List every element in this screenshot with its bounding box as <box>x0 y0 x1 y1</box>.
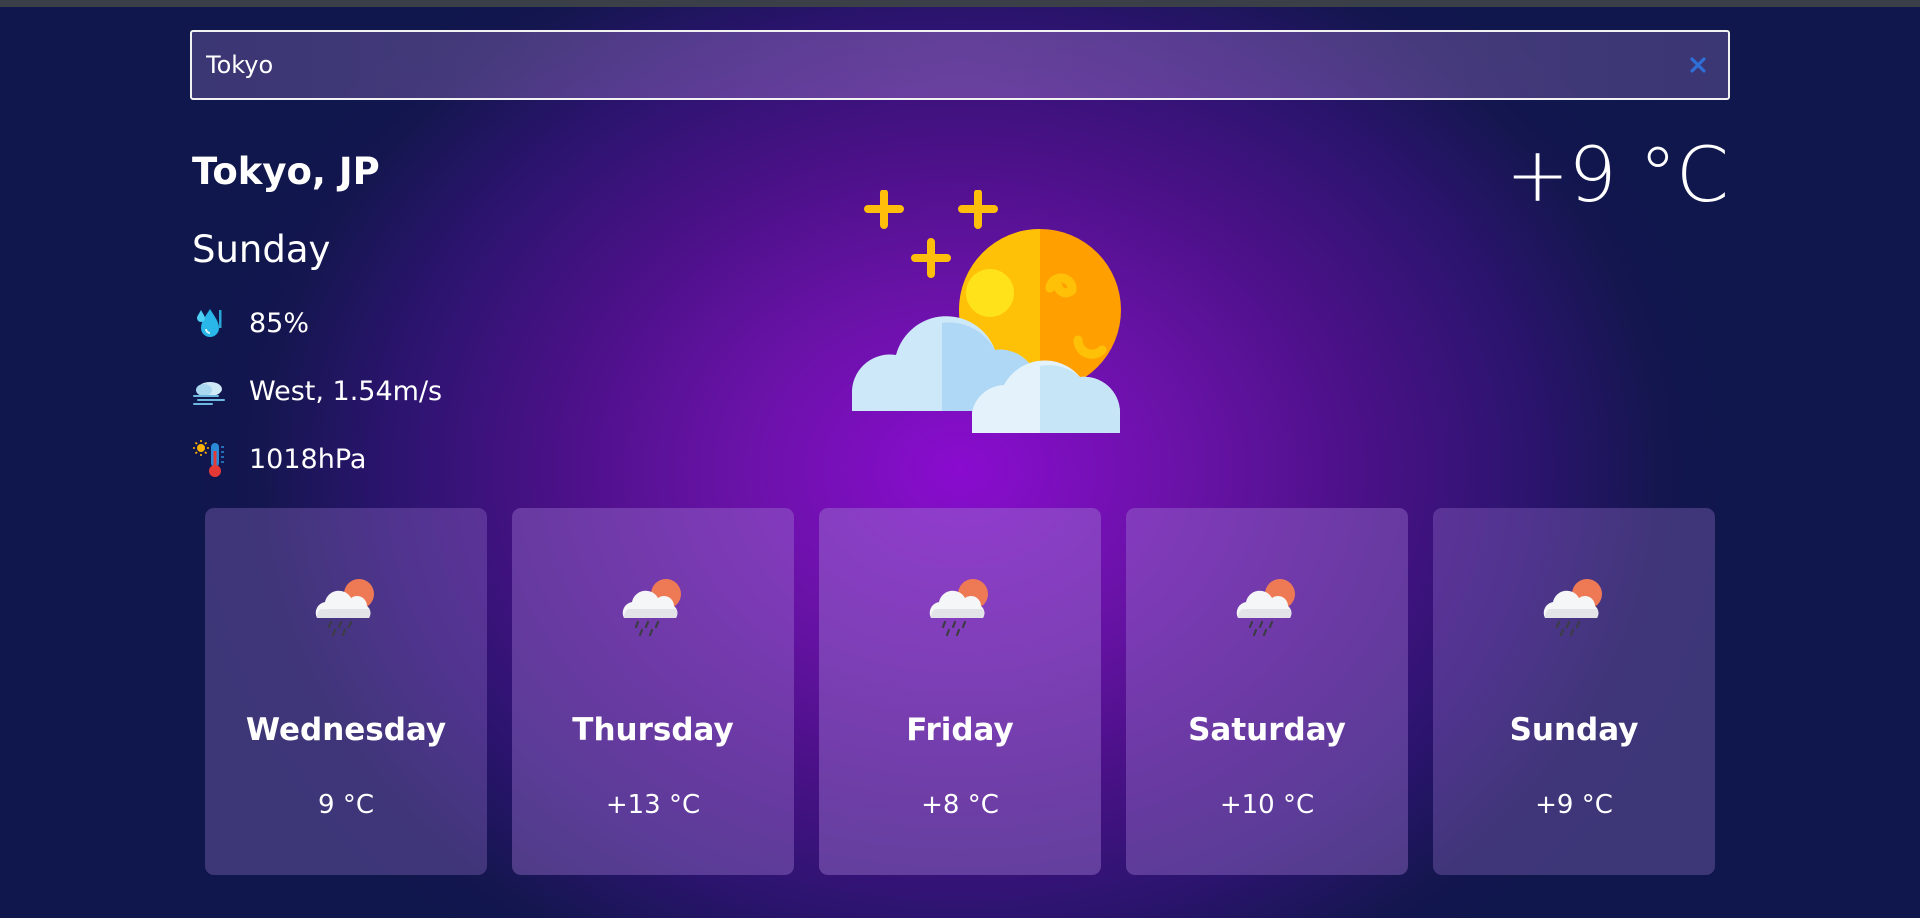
forecast-day: Wednesday <box>245 712 447 748</box>
forecast-card[interactable]: Sunday +9 °C <box>1433 508 1715 875</box>
thermometer-icon <box>192 440 228 477</box>
forecast-temp: +10 °C <box>1219 790 1315 820</box>
forecast-card[interactable]: Wednesday 9 °C <box>205 508 487 875</box>
clear-search-button[interactable] <box>1676 43 1720 87</box>
window-top-bar <box>0 0 1920 7</box>
humidity-value: 85% <box>249 307 310 339</box>
forecast-temp: +13 °C <box>605 790 701 820</box>
location-title: Tokyo, JP <box>192 150 380 193</box>
close-icon <box>1690 57 1706 73</box>
pressure-value: 1018hPa <box>249 443 367 475</box>
forecast-day: Sunday <box>1509 712 1639 748</box>
humidity-row: 85% <box>192 305 309 341</box>
forecast-card[interactable]: Thursday +13 °C <box>512 508 794 875</box>
forecast-day: Thursday <box>572 712 734 748</box>
forecast-temp: 9 °C <box>318 790 374 820</box>
current-temperature: +9 °C <box>1505 130 1729 219</box>
forecast-temp: +8 °C <box>921 790 999 820</box>
rain-cloud-sun-icon <box>925 572 995 642</box>
rain-cloud-sun-icon <box>1539 572 1609 642</box>
city-search-input[interactable] <box>192 31 1676 99</box>
moon-stars-clouds-icon <box>840 189 1130 440</box>
forecast-card[interactable]: Saturday +10 °C <box>1126 508 1408 875</box>
city-search-box[interactable] <box>190 30 1730 100</box>
forecast-card[interactable]: Friday +8 °C <box>819 508 1101 875</box>
rain-cloud-sun-icon <box>1232 572 1302 642</box>
wind-row: West, 1.54m/s <box>192 373 442 409</box>
humidity-icon <box>192 305 228 341</box>
wind-value: West, 1.54m/s <box>249 375 443 407</box>
pressure-row: 1018hPa <box>192 440 367 477</box>
forecast-day: Saturday <box>1188 712 1346 748</box>
wind-icon <box>192 373 228 409</box>
forecast-list: Wednesday 9 °C Thursday +13 °C Friday +8… <box>205 508 1715 875</box>
current-day: Sunday <box>192 228 331 271</box>
rain-cloud-sun-icon <box>618 572 688 642</box>
forecast-day: Friday <box>906 712 1014 748</box>
rain-cloud-sun-icon <box>311 572 381 642</box>
forecast-temp: +9 °C <box>1535 790 1613 820</box>
